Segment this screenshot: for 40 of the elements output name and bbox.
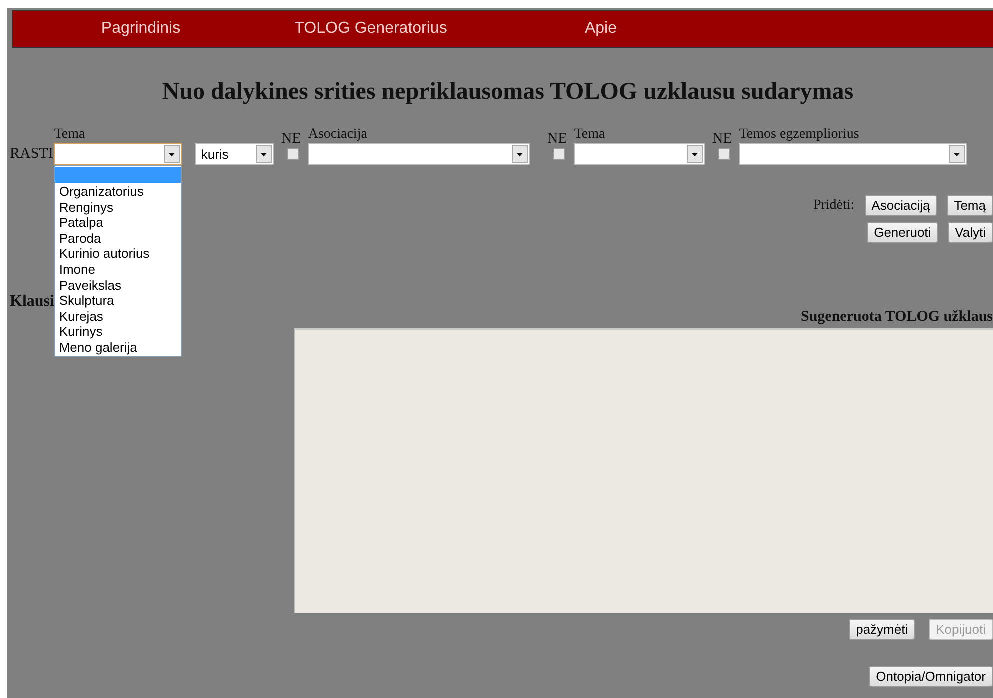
dropdown-option[interactable]: Kurejas bbox=[55, 308, 182, 324]
field-label: Tema bbox=[574, 126, 606, 143]
dropdown-option[interactable]: Skulptura bbox=[55, 293, 182, 309]
select-field[interactable] bbox=[54, 143, 182, 165]
nav-link[interactable]: Apie bbox=[486, 20, 716, 38]
dropdown-option[interactable]: Patalpa bbox=[55, 215, 182, 231]
add-label: Pridėti: bbox=[813, 198, 855, 214]
action-button[interactable]: Ontopia/Omnigator bbox=[869, 666, 993, 687]
negation-checkbox[interactable] bbox=[287, 148, 300, 160]
prefix-label: RASTI bbox=[10, 145, 54, 164]
section-heading: Sugeneruota TOLOG užklaus bbox=[801, 308, 993, 327]
field-label: Asociacija bbox=[308, 126, 368, 143]
nav-link[interactable]: TOLOG Generatorius bbox=[256, 20, 486, 38]
action-button[interactable]: Asociaciją bbox=[864, 195, 938, 216]
field-label: Tema bbox=[54, 126, 86, 143]
negation-checkbox[interactable] bbox=[718, 148, 730, 160]
action-button[interactable]: pažymėti bbox=[849, 619, 916, 640]
dropdown-option[interactable]: Kurinio autorius bbox=[55, 246, 182, 262]
dropdown-option[interactable]: Meno galerija bbox=[55, 340, 182, 356]
negation-label: NE bbox=[281, 131, 302, 148]
select-field[interactable]: kuris bbox=[195, 143, 274, 165]
page-title: Nuo dalykines srities nepriklausomas TOLOG uzklausu sudarymas bbox=[161, 78, 855, 106]
action-button[interactable]: Generuoti bbox=[867, 222, 938, 243]
action-button[interactable]: Temą bbox=[947, 195, 993, 216]
select-field[interactable] bbox=[739, 143, 968, 165]
dropdown-option[interactable]: Imone bbox=[55, 262, 182, 278]
negation-label: NE bbox=[712, 131, 732, 148]
dropdown-option[interactable]: Paveikslas bbox=[55, 278, 182, 294]
section-heading: Klausi bbox=[10, 293, 54, 310]
select-field[interactable] bbox=[574, 143, 706, 165]
dropdown-option[interactable]: Kurinys bbox=[55, 324, 182, 340]
dropdown-option[interactable]: Organizatorius bbox=[55, 184, 182, 200]
select-field[interactable] bbox=[308, 143, 530, 165]
dropdown-option[interactable]: Paroda bbox=[55, 230, 182, 246]
action-button[interactable]: Valyti bbox=[948, 222, 993, 243]
negation-checkbox[interactable] bbox=[553, 148, 566, 160]
negation-label: NE bbox=[547, 131, 568, 148]
nav-link[interactable]: Pagrindinis bbox=[26, 20, 256, 38]
field-label: Temos egzempliorius bbox=[739, 126, 860, 143]
dropdown-option[interactable]: Renginys bbox=[55, 200, 182, 216]
